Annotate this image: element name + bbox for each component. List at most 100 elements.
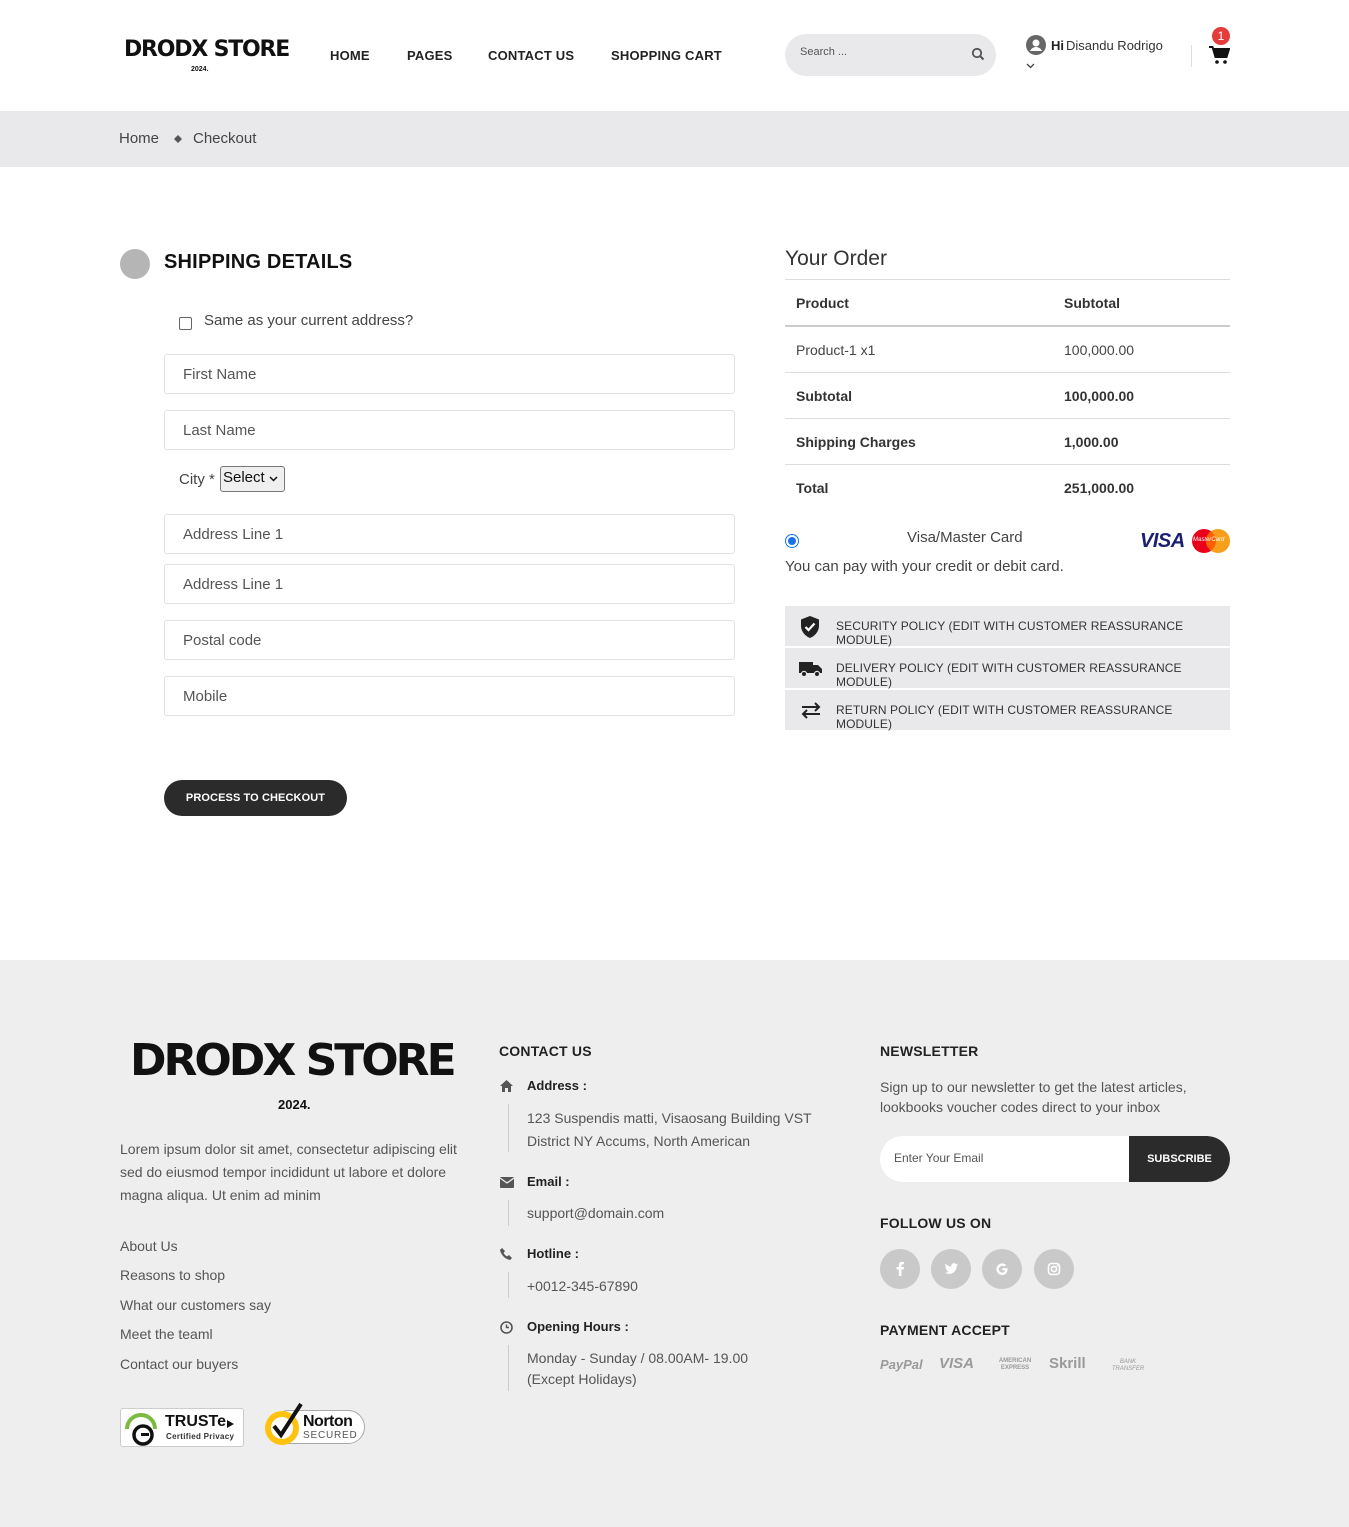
truste-text: TRUSTe [165,1413,227,1430]
truste-logo-icon [125,1413,157,1446]
breadcrumb-separator-icon [174,135,182,143]
amex-logo: AMERICAN EXPRESS [998,1358,1032,1371]
mastercard-logo: MasterCard [1192,529,1230,553]
footer-link-team[interactable]: Meet the teaml [120,1326,213,1342]
hours-line-1: Monday - Sunday / 08.00AM- 19.00 [527,1350,749,1366]
nav-pages[interactable]: PAGES [407,48,453,63]
newsletter-form: SUBSCRIBE [880,1136,1230,1182]
envelope-icon [500,1177,514,1188]
footer-description: Lorem ipsum dolor sit amet, consectetur … [120,1141,457,1203]
breadcrumb-home[interactable]: Home [119,130,159,147]
divider [785,464,1230,465]
payment-note: You can pay with your credit or debit ca… [785,558,1064,575]
return-policy[interactable]: RETURN POLICY (EDIT WITH CUSTOMER REASSU… [785,690,1230,731]
subscribe-button[interactable]: SUBSCRIBE [1129,1136,1230,1182]
order-row-label: Subtotal [796,388,852,404]
newsletter-text: Sign up to our newsletter to get the lat… [880,1079,1187,1115]
first-name-field[interactable] [164,354,735,394]
newsletter-email-input[interactable] [894,1151,1114,1165]
address-line-2: District NY Accums, North American [527,1133,751,1149]
order-title: Your Order [785,247,887,270]
cart-icon[interactable] [1209,46,1230,65]
postal-code-field[interactable] [164,620,735,660]
nav-home[interactable]: HOME [330,48,370,63]
skrill-logo: Skrill [1049,1355,1086,1372]
city-select[interactable]: Select [220,466,285,492]
search-box [785,34,996,76]
play-icon [227,1420,234,1428]
follow-title: FOLLOW US ON [880,1215,992,1231]
email-label: Email : [527,1174,570,1189]
footer-link-customers-say[interactable]: What our customers say [120,1297,271,1313]
footer-link-reasons[interactable]: Reasons to shop [120,1267,225,1283]
exchange-arrows-icon [801,702,821,719]
visa-logo: VISA [1140,530,1185,552]
order-row-value: 1,000.00 [1064,434,1119,450]
chevron-down-icon[interactable] [1026,63,1035,69]
address-line-1-field[interactable] [164,514,735,554]
twitter-icon[interactable] [931,1249,971,1289]
divider [785,325,1230,327]
search-input[interactable] [800,46,960,58]
newsletter-title: NEWSLETTER [880,1043,979,1059]
payment-radio[interactable] [785,534,799,548]
truste-badge[interactable]: TRUSTe Certified Privacy [120,1408,244,1447]
order-row-label: Shipping Charges [796,434,916,450]
address-label: Address : [527,1078,587,1093]
facebook-icon[interactable] [880,1249,920,1289]
order-row-value: 100,000.00 [1064,388,1135,404]
payment-title: PAYMENT ACCEPT [880,1322,1010,1338]
mobile-field[interactable] [164,676,735,716]
norton-check-icon [265,1402,303,1445]
phone-icon [500,1248,512,1260]
hours-label: Opening Hours : [527,1319,629,1334]
address-line-2-field[interactable] [164,564,735,604]
search-icon[interactable] [971,47,985,61]
norton-sub: SECURED [303,1430,358,1441]
process-checkout-button[interactable]: PROCESS TO CHECKOUT [164,780,347,816]
divider [508,1104,509,1152]
google-icon[interactable] [982,1249,1022,1289]
delivery-policy[interactable]: DELIVERY POLICY (EDIT WITH CUSTOMER REAS… [785,648,1230,689]
nav-contact-us[interactable]: CONTACT US [488,48,574,63]
order-row-value: 251,000.00 [1064,480,1135,496]
shipping-title: SHIPPING DETAILS [164,251,353,273]
last-name-field[interactable] [164,410,735,450]
hotline-value[interactable]: +0012-345-67890 [527,1275,638,1297]
email-value[interactable]: support@domain.com [527,1202,664,1224]
bank-transfer-logo: BANK TRANSFER [1111,1359,1145,1372]
user-greeting: Hi [1051,38,1064,53]
visa-logo: VISA [939,1355,975,1372]
breadcrumb: Home Checkout [0,111,1349,167]
same-address-checkbox[interactable] [179,317,192,330]
section-marker [120,249,150,279]
policy-label: SECURITY POLICY (EDIT WITH CUSTOMER REAS… [836,619,1184,647]
truste-sub: Certified Privacy [166,1432,235,1441]
col-subtotal: Subtotal [1064,295,1120,311]
divider [785,279,1230,280]
chevron-down-icon [269,476,278,482]
paypal-logo: PayPal [880,1357,923,1372]
policy-label: DELIVERY POLICY (EDIT WITH CUSTOMER REAS… [836,661,1182,689]
site-header: DRODX STORE 2024. HOME PAGES CONTACT US … [0,0,1349,111]
order-row-value: 100,000.00 [1064,342,1135,358]
nav-shopping-cart[interactable]: SHOPPING CART [611,48,722,63]
footer-logo[interactable]: DRODX STORE [130,1035,457,1086]
city-select-value: Select [223,469,265,486]
norton-text: Norton [303,1413,353,1430]
clock-icon [500,1321,513,1334]
logo[interactable]: DRODX STORE [124,37,290,62]
logo-year: 2024. [191,66,209,73]
same-address-label: Same as your current address? [204,312,414,329]
instagram-icon[interactable] [1034,1249,1074,1289]
security-policy[interactable]: SECURITY POLICY (EDIT WITH CUSTOMER REAS… [785,606,1230,647]
home-icon [500,1080,513,1092]
header-divider [1191,45,1192,67]
cart-count-badge: 1 [1212,27,1230,45]
footer-link-about-us[interactable]: About Us [120,1238,178,1254]
norton-badge[interactable]: Norton SECURED [262,1402,367,1447]
divider [785,372,1230,373]
col-product: Product [796,295,849,311]
mastercard-text: MasterCard [1193,537,1225,543]
footer-link-contact-buyers[interactable]: Contact our buyers [120,1356,238,1372]
